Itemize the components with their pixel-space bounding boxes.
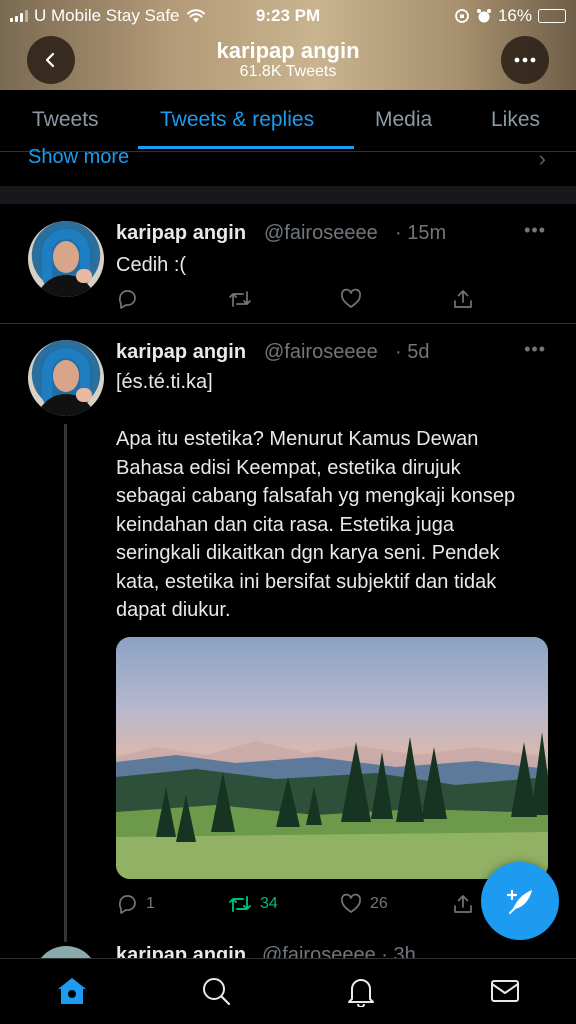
- section-divider: [0, 186, 576, 204]
- messages-tab[interactable]: [489, 975, 521, 1007]
- more-options-button[interactable]: [501, 36, 549, 84]
- active-tab-indicator: [138, 146, 354, 149]
- show-more-link[interactable]: Show more: [28, 146, 129, 169]
- reply-button[interactable]: [116, 288, 138, 310]
- landscape-photo: [116, 732, 548, 879]
- compose-tweet-button[interactable]: [481, 862, 559, 940]
- more-horizontal-icon: [514, 57, 536, 63]
- tweet-author-handle: @fairoseeee: [264, 222, 378, 244]
- search-tab[interactable]: [200, 975, 232, 1007]
- tweet-author-name[interactable]: karipap angin: [116, 944, 246, 958]
- retweet-count: 34: [260, 895, 278, 912]
- chevron-right-icon: ›: [538, 146, 546, 171]
- tweet-time: · 15m: [395, 222, 447, 244]
- tweet-author-name[interactable]: karipap angin: [116, 222, 246, 245]
- next-tweet-peek[interactable]: karipap angin @fairoseeee · 3h: [0, 944, 576, 958]
- tweet-more-icon[interactable]: •••: [524, 220, 546, 241]
- tweet-author-name[interactable]: karipap angin: [116, 341, 246, 364]
- compose-feather-icon: [506, 889, 532, 914]
- reply-icon: [118, 290, 136, 309]
- heart-icon: [340, 288, 362, 308]
- avatar[interactable]: [28, 221, 104, 297]
- share-icon: [454, 895, 472, 913]
- profile-tabs: Tweets Tweets & replies Media Likes: [0, 90, 576, 152]
- tab-tweets[interactable]: Tweets: [32, 108, 99, 132]
- notifications-tab[interactable]: [345, 975, 377, 1007]
- alarm-icon: [476, 9, 491, 23]
- avatar[interactable]: [28, 340, 104, 416]
- retweet-button[interactable]: [228, 288, 252, 310]
- bottom-tab-bar: [0, 958, 576, 1024]
- share-icon: [454, 290, 472, 308]
- retweet-button[interactable]: 34: [228, 893, 278, 915]
- profile-header: U Mobile Stay Safe 9:23 PM 16% karipap a…: [0, 0, 576, 90]
- tab-tweets-and-replies[interactable]: Tweets & replies: [160, 108, 314, 132]
- tweet-item[interactable]: karipap angin @fairoseeee · 15m ••• Cedi…: [0, 204, 576, 324]
- tweet-author-handle: @fairoseeee · 3h: [262, 944, 416, 958]
- battery-percent: 16%: [497, 6, 532, 25]
- bell-icon: [348, 979, 374, 1007]
- tweet-actions: [116, 288, 476, 314]
- tweet-time: · 5d: [395, 341, 430, 363]
- like-button[interactable]: [340, 288, 362, 310]
- share-button[interactable]: [452, 288, 474, 310]
- search-icon: [203, 978, 231, 1006]
- envelope-icon: [491, 980, 519, 1002]
- heart-icon: [340, 893, 362, 913]
- tweet-text: [és.té.ti.ka] Apa itu estetika? Menurut …: [116, 371, 516, 621]
- home-tab[interactable]: [56, 975, 88, 1007]
- tweet-count: 61.8K Tweets: [239, 63, 337, 80]
- tab-media[interactable]: Media: [375, 108, 432, 132]
- battery-icon: [538, 9, 566, 23]
- retweet-icon: [229, 896, 251, 912]
- orientation-lock-icon: [455, 9, 469, 23]
- profile-name: karipap angin: [216, 38, 360, 63]
- home-icon: [58, 978, 86, 1004]
- avatar[interactable]: [34, 946, 98, 958]
- status-right: 16%: [454, 6, 566, 26]
- tweet-actions: 1 34 26: [116, 893, 476, 919]
- tab-likes[interactable]: Likes: [491, 108, 540, 132]
- tweet-image[interactable]: [116, 637, 548, 879]
- retweet-icon: [229, 291, 251, 307]
- like-button[interactable]: 26: [340, 893, 388, 915]
- share-button[interactable]: [452, 893, 474, 915]
- tweet-more-icon[interactable]: •••: [524, 339, 546, 360]
- reply-icon: [118, 895, 136, 914]
- tweet-text: Cedih :(: [116, 254, 187, 276]
- reply-count: 1: [146, 895, 155, 912]
- status-bar: U Mobile Stay Safe 9:23 PM 16%: [0, 0, 576, 30]
- tweet-author-handle: @fairoseeee: [264, 341, 378, 363]
- reply-button[interactable]: 1: [116, 893, 155, 915]
- like-count: 26: [370, 895, 388, 912]
